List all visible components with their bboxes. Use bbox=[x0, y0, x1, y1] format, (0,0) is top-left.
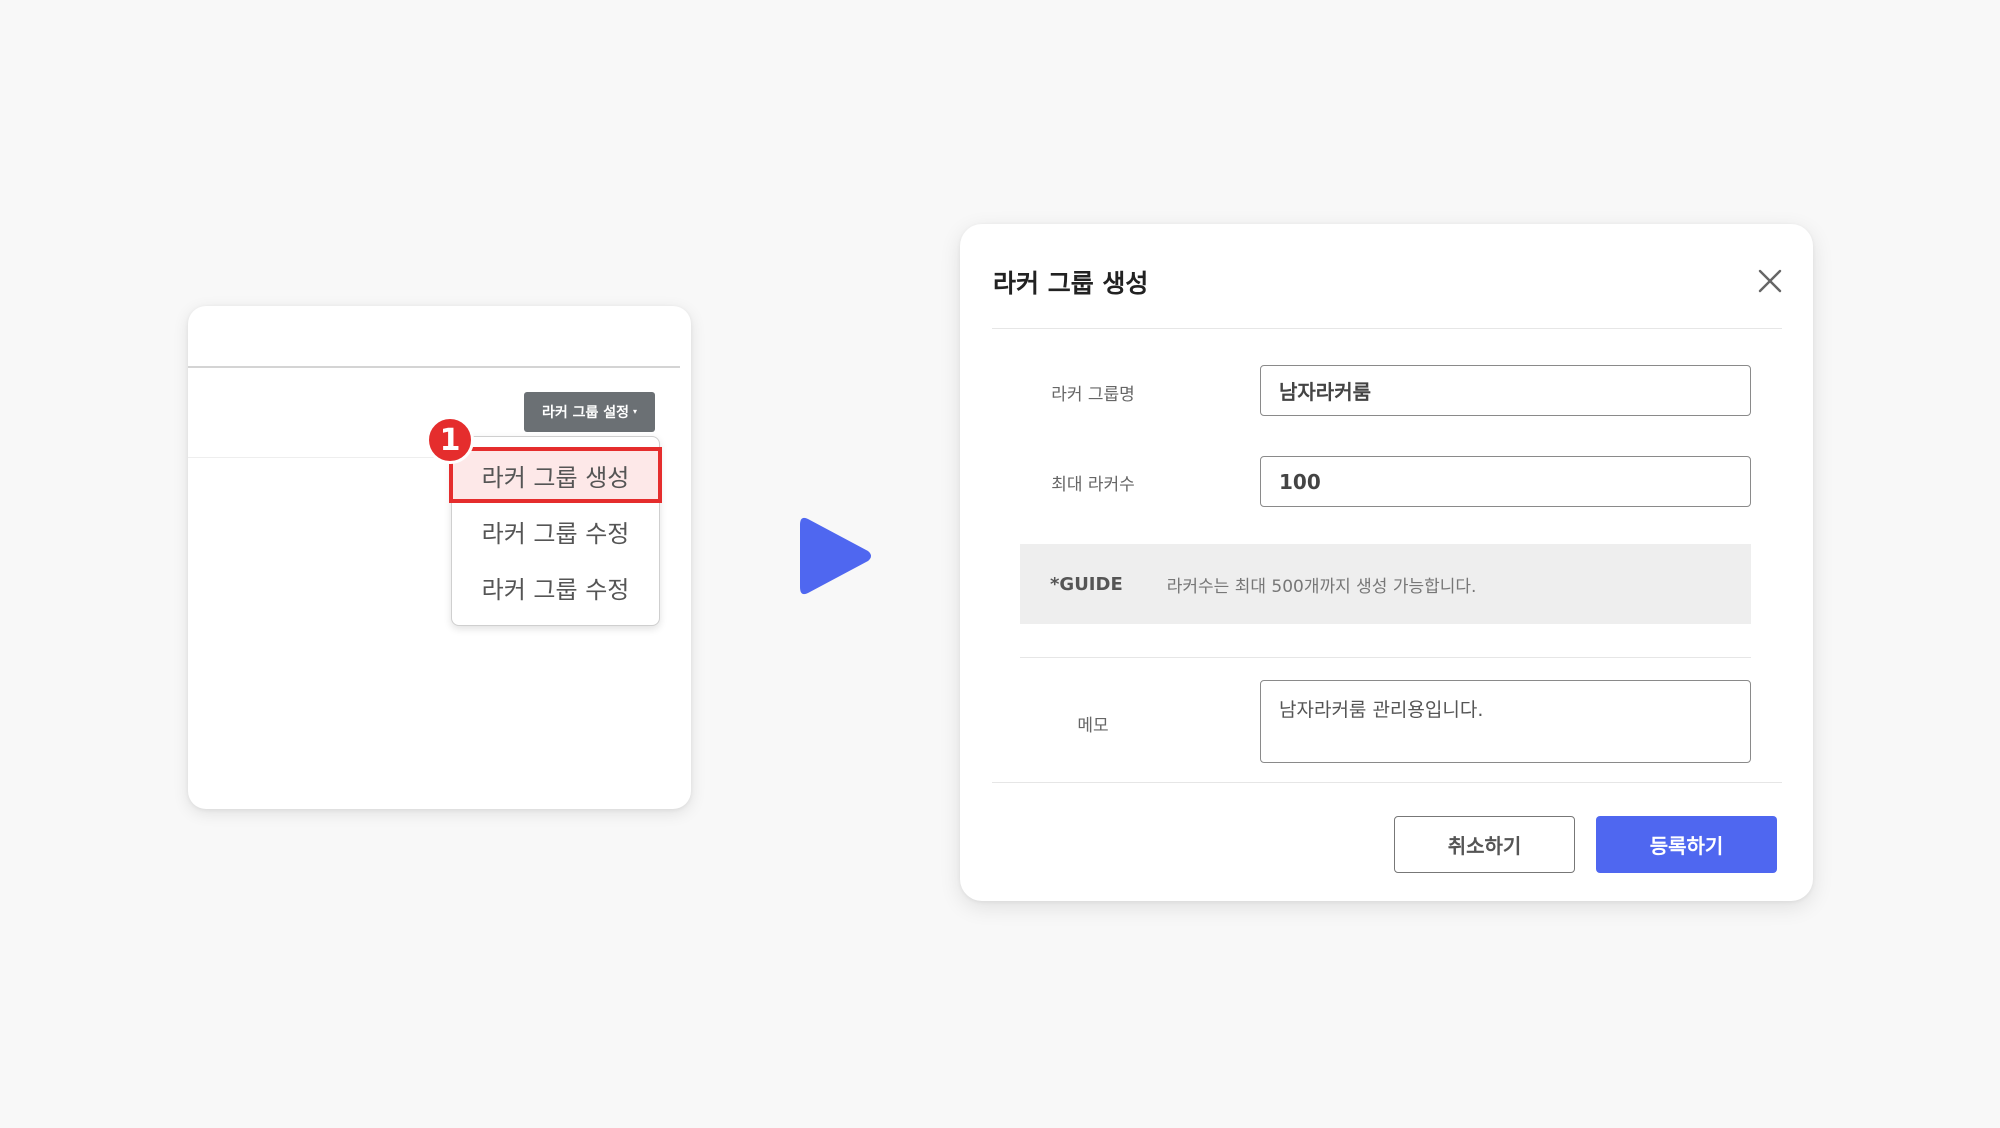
guide-text: 라커수는 최대 500개까지 생성 가능합니다. bbox=[1166, 576, 1477, 597]
close-icon[interactable] bbox=[1755, 266, 1785, 296]
locker-list-panel: 라커 그룹 설정 ▾ 라커 그룹 생성 라커 그룹 수정 라커 그룹 수정 1 bbox=[188, 306, 691, 809]
settings-button-label: 라커 그룹 설정 bbox=[541, 405, 629, 421]
guide-box: *GUIDE 라커수는 최대 500개까지 생성 가능합니다. bbox=[1020, 544, 1751, 624]
create-locker-group-dialog: 라커 그룹 생성 라커 그룹명 최대 라커수 *GUIDE 라커수는 최대 50… bbox=[960, 224, 1813, 901]
submit-button[interactable]: 등록하기 bbox=[1596, 816, 1777, 873]
menu-item-label: 라커 그룹 수정 bbox=[481, 519, 630, 548]
row-divider bbox=[188, 457, 440, 458]
max-lockers-label: 최대 라커수 bbox=[1051, 475, 1135, 495]
step-number-badge: 1 bbox=[426, 416, 474, 464]
header-divider bbox=[188, 366, 680, 368]
menu-item-edit-group[interactable]: 라커 그룹 수정 bbox=[452, 503, 659, 559]
max-lockers-input[interactable] bbox=[1260, 456, 1751, 507]
menu-item-create-group[interactable]: 라커 그룹 생성 bbox=[449, 447, 662, 503]
menu-item-label: 라커 그룹 수정 bbox=[481, 575, 630, 604]
group-name-label: 라커 그룹명 bbox=[1051, 385, 1135, 405]
memo-divider bbox=[1020, 657, 1751, 658]
title-divider bbox=[992, 328, 1782, 329]
memo-textarea[interactable]: 남자라커룸 관리용입니다. bbox=[1260, 680, 1751, 763]
memo-label: 메모 bbox=[1077, 716, 1109, 736]
footer-divider bbox=[992, 782, 1782, 783]
dialog-title: 라커 그룹 생성 bbox=[993, 269, 1149, 298]
guide-tag: *GUIDE bbox=[1050, 573, 1123, 595]
caret-down-icon: ▾ bbox=[633, 407, 638, 416]
locker-group-settings-button[interactable]: 라커 그룹 설정 ▾ bbox=[524, 392, 655, 432]
group-name-input[interactable] bbox=[1260, 365, 1751, 416]
settings-dropdown-menu: 라커 그룹 생성 라커 그룹 수정 라커 그룹 수정 bbox=[449, 436, 662, 626]
menu-item-label: 라커 그룹 생성 bbox=[481, 463, 630, 492]
cancel-button[interactable]: 취소하기 bbox=[1394, 816, 1575, 873]
play-arrow-icon bbox=[800, 517, 871, 595]
menu-item-edit-group-2[interactable]: 라커 그룹 수정 bbox=[452, 559, 659, 615]
